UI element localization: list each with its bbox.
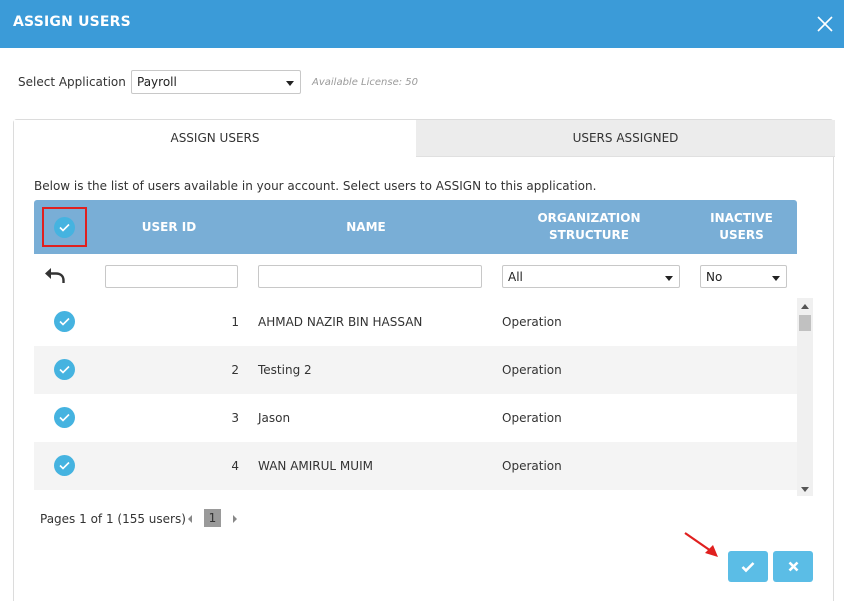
column-header-inactive-line2: USERS bbox=[719, 228, 764, 242]
pagination-summary: Pages 1 of 1 (155 users) bbox=[40, 512, 186, 526]
column-header-user-id[interactable]: USER ID bbox=[129, 200, 209, 254]
filter-row: All No bbox=[34, 254, 797, 298]
tab-users-assigned[interactable]: USERS ASSIGNED bbox=[416, 120, 835, 157]
instructions-text: Below is the list of users available in … bbox=[34, 179, 597, 193]
column-header-inactive-line1: INACTIVE bbox=[710, 211, 773, 225]
chevron-down-icon bbox=[286, 81, 294, 86]
table-row[interactable]: 3 Jason Operation bbox=[34, 394, 797, 442]
checkmark-icon bbox=[741, 561, 755, 572]
table-row[interactable]: 2 Testing 2 Operation bbox=[34, 346, 797, 394]
application-dropdown-value: Payroll bbox=[137, 75, 177, 89]
user-name-cell: Testing 2 bbox=[258, 363, 312, 377]
name-filter-input[interactable] bbox=[258, 265, 482, 288]
user-id-cell: 2 bbox=[231, 363, 239, 377]
select-application-label: Select Application bbox=[18, 75, 126, 89]
row-checkbox[interactable] bbox=[54, 359, 75, 380]
row-checkbox[interactable] bbox=[54, 455, 75, 476]
user-name-cell: Jason bbox=[258, 411, 291, 425]
table-scrollbar[interactable] bbox=[797, 298, 813, 496]
undo-arrow-icon[interactable] bbox=[44, 266, 66, 289]
dialog-header: ASSIGN USERS bbox=[0, 0, 844, 48]
annotation-arrow-icon bbox=[684, 532, 718, 557]
tab-assign-users[interactable]: ASSIGN USERS bbox=[14, 120, 416, 157]
users-panel: ASSIGN USERS USERS ASSIGNED Below is the… bbox=[13, 119, 835, 601]
user-id-cell: 3 bbox=[231, 411, 239, 425]
org-cell: Operation bbox=[502, 315, 562, 329]
user-id-cell: 1 bbox=[231, 315, 239, 329]
row-checkbox[interactable] bbox=[54, 407, 75, 428]
chevron-down-icon bbox=[772, 276, 780, 281]
next-page-icon[interactable] bbox=[233, 515, 237, 523]
application-selector-row: Select Application Payroll Available Lic… bbox=[18, 70, 618, 94]
org-cell: Operation bbox=[502, 363, 562, 377]
dialog-title: ASSIGN USERS bbox=[13, 14, 131, 30]
user-id-filter-input[interactable] bbox=[105, 265, 238, 288]
user-name-cell: WAN AMIRUL MUIM bbox=[258, 459, 373, 473]
user-name-cell: AHMAD NAZIR BIN HASSAN bbox=[258, 315, 423, 329]
inactive-filter-value: No bbox=[706, 270, 723, 284]
row-checkbox[interactable] bbox=[54, 311, 75, 332]
column-header-inactive[interactable]: INACTIVE USERS bbox=[704, 200, 779, 254]
org-filter-dropdown[interactable]: All bbox=[502, 265, 680, 288]
inactive-filter-dropdown[interactable]: No bbox=[700, 265, 787, 288]
scroll-up-icon[interactable] bbox=[801, 304, 809, 309]
org-cell: Operation bbox=[502, 459, 562, 473]
column-header-org[interactable]: ORGANIZATION STRUCTURE bbox=[499, 200, 679, 254]
column-header-name[interactable]: NAME bbox=[306, 200, 426, 254]
scroll-down-icon[interactable] bbox=[801, 487, 809, 492]
org-cell: Operation bbox=[502, 411, 562, 425]
previous-page-icon[interactable] bbox=[188, 515, 192, 523]
select-all-checkbox[interactable] bbox=[54, 217, 75, 238]
table-row[interactable]: 1 AHMAD NAZIR BIN HASSAN Operation bbox=[34, 298, 797, 346]
application-dropdown[interactable]: Payroll bbox=[131, 70, 301, 94]
user-id-cell: 4 bbox=[231, 459, 239, 473]
table-header: USER ID NAME ORGANIZATION STRUCTURE INAC… bbox=[34, 200, 797, 254]
page-number-button[interactable]: 1 bbox=[204, 509, 221, 527]
scrollbar-thumb[interactable] bbox=[799, 315, 811, 331]
table-row[interactable]: 4 WAN AMIRUL MUIM Operation bbox=[34, 442, 797, 490]
close-icon[interactable] bbox=[814, 13, 836, 35]
confirm-button[interactable] bbox=[728, 551, 768, 582]
cancel-button[interactable] bbox=[773, 551, 813, 582]
org-filter-value: All bbox=[508, 270, 523, 284]
available-license-text: Available License: 50 bbox=[312, 77, 419, 88]
x-icon bbox=[788, 561, 798, 572]
chevron-down-icon bbox=[665, 276, 673, 281]
table-body: 1 AHMAD NAZIR BIN HASSAN Operation 2 Tes… bbox=[34, 298, 797, 490]
